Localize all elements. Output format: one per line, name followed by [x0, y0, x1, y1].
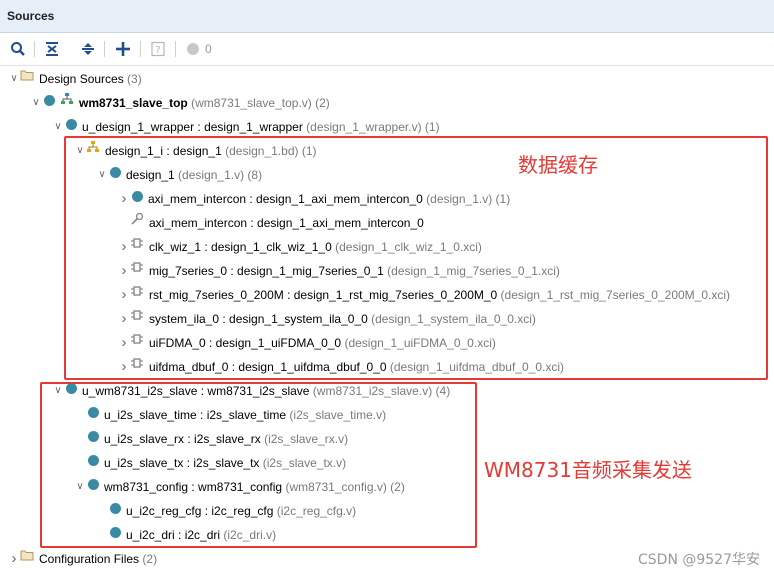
chevron-down-icon[interactable]: ∨ — [52, 116, 64, 138]
panel-header: Sources — [0, 0, 774, 33]
tree-node-source: (design_1_wrapper.v) (1) — [302, 119, 440, 134]
add-sources-icon[interactable] — [115, 41, 131, 57]
help-icon[interactable]: ? — [150, 41, 166, 57]
chevron-down-icon[interactable]: ∨ — [30, 92, 42, 114]
svg-text:?: ? — [155, 45, 160, 56]
folder-icon — [20, 70, 39, 86]
toolbar-divider — [34, 41, 35, 57]
tree-row[interactable]: › Configuration Files (2) — [8, 547, 158, 570]
chevron-down-icon[interactable]: ∨ — [8, 68, 20, 90]
status-dot-icon — [185, 41, 201, 57]
top-module-icon — [42, 92, 79, 110]
toolbar-divider — [140, 41, 141, 57]
chevron-right-icon[interactable]: › — [8, 548, 20, 570]
folder-icon — [20, 550, 39, 566]
tree-row[interactable]: ∨ Design Sources (3) — [8, 67, 142, 89]
annotation-box-audio — [40, 382, 477, 548]
panel-title: Sources — [7, 9, 55, 23]
tree-node-name: Configuration Files — [39, 551, 140, 566]
tree-node-source: (2) — [139, 551, 158, 566]
status-count: 0 — [205, 42, 212, 56]
tree-node-name: wm8731_slave_top — [79, 95, 188, 110]
annotation-audio-label: WM8731音频采集发送 — [484, 458, 692, 482]
annotation-cache-label: 数据缓存 — [518, 153, 598, 177]
expand-all-icon[interactable] — [80, 41, 96, 57]
watermark: CSDN @9527华安 — [638, 552, 760, 568]
tree-node-name: Design Sources — [39, 71, 124, 86]
module-icon — [64, 118, 82, 134]
search-icon[interactable] — [10, 41, 26, 57]
tree-node-name: u_design_1_wrapper : design_1_wrapper — [82, 119, 303, 134]
collapse-all-icon[interactable] — [44, 41, 60, 57]
tree-row[interactable]: ∨ wm8731_slave_top (wm8731_slave_top.v) (… — [30, 91, 330, 113]
toolbar-divider — [175, 41, 176, 57]
toolbar: ? 0 — [0, 33, 774, 66]
tree-node-source: (wm8731_slave_top.v) (2) — [187, 95, 330, 110]
annotation-box-cache — [64, 136, 768, 380]
tree-node-source: (3) — [123, 71, 142, 86]
toolbar-divider — [104, 41, 105, 57]
tree-row[interactable]: ∨ u_design_1_wrapper : design_1_wrapper (… — [52, 115, 440, 137]
